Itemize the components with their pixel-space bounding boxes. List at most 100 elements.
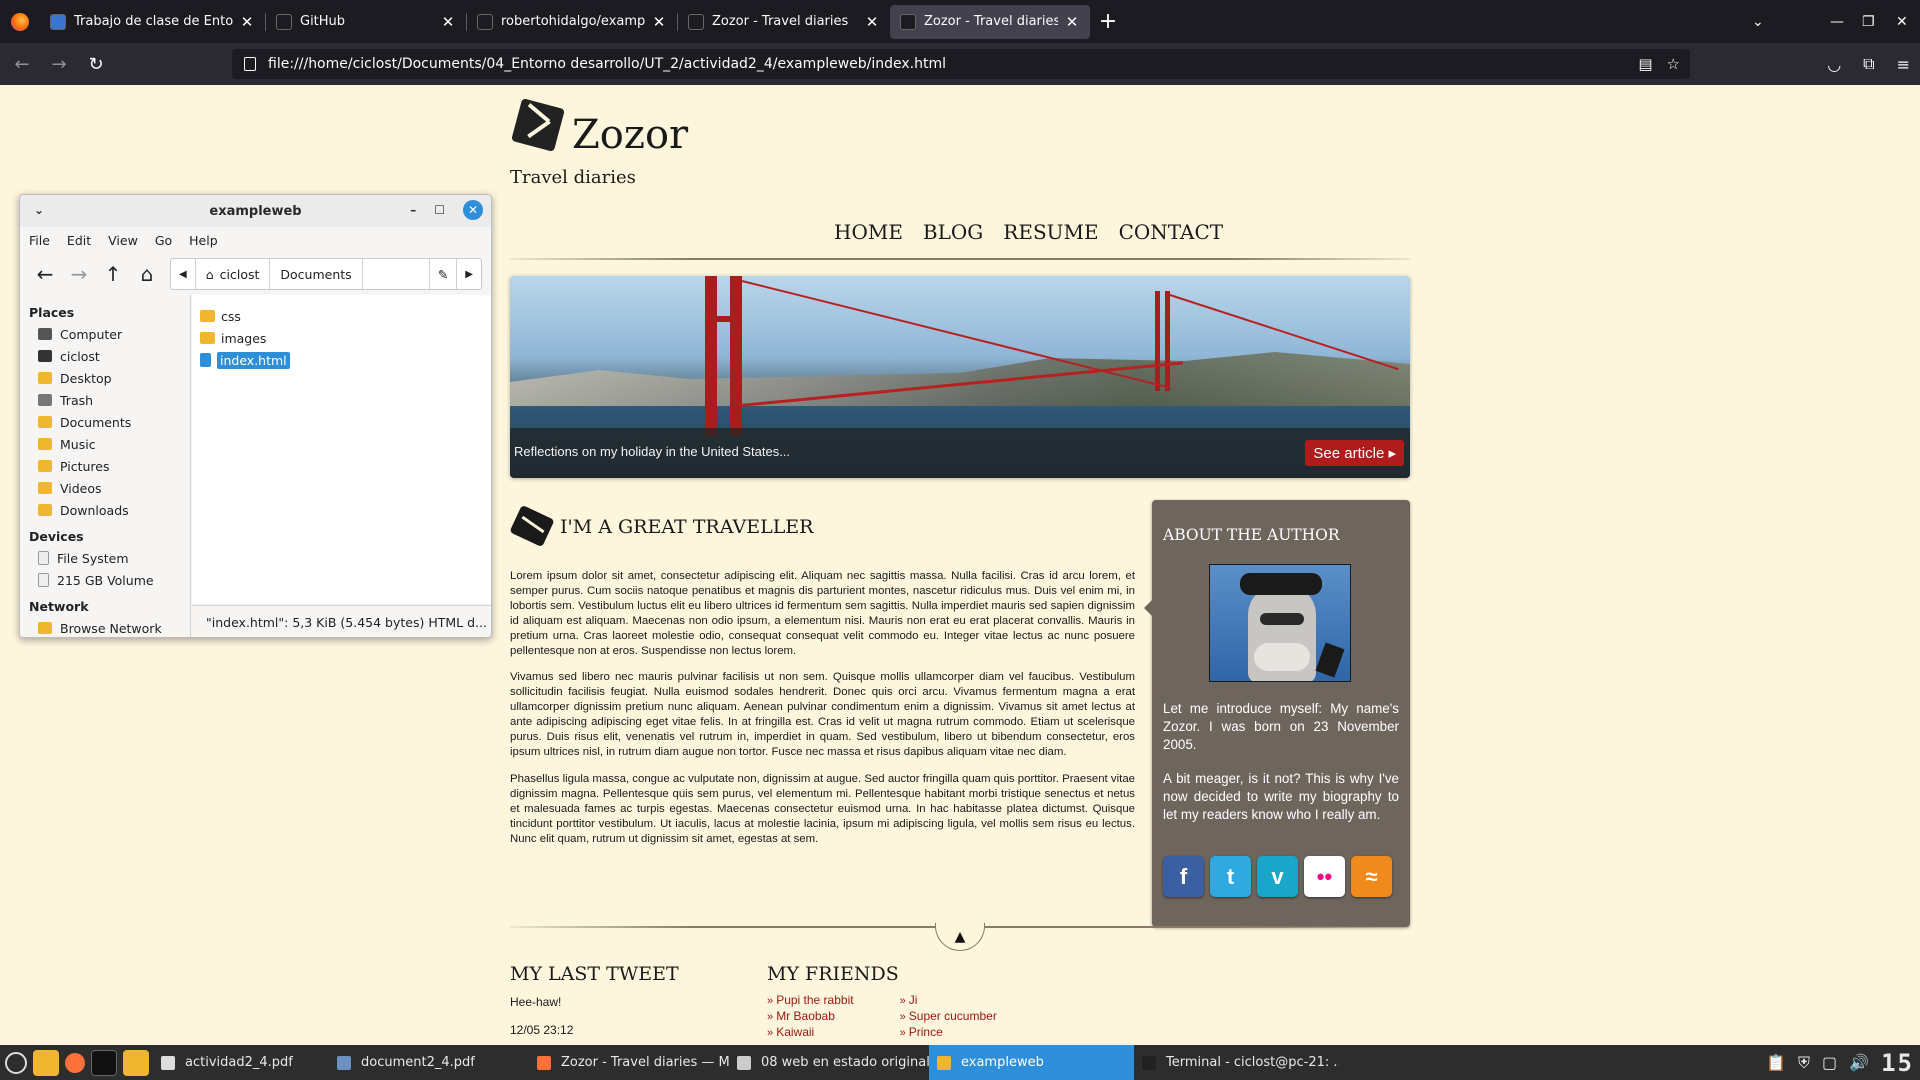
path-right-icon[interactable]: ▶ — [457, 269, 481, 280]
sidebar-item-device[interactable]: 215 GB Volume — [20, 569, 190, 591]
list-all-tabs-icon[interactable]: ⌄ — [1752, 0, 1764, 43]
browser-tab[interactable]: Zozor - Travel diaries ✕ — [890, 4, 1090, 39]
edit-path-icon[interactable]: ✎ — [428, 259, 458, 289]
sidebar-item-computer[interactable]: Computer — [20, 323, 190, 345]
friend-link[interactable]: Pupi the rabbit — [767, 993, 853, 1009]
back-arrow-icon[interactable]: ← — [28, 258, 62, 290]
twitter-icon[interactable]: t — [1210, 856, 1251, 897]
folder-launcher-icon[interactable] — [123, 1049, 149, 1076]
forward-icon[interactable]: → — [44, 49, 74, 79]
friend-link[interactable]: Kaiwaii — [767, 1025, 854, 1041]
nav-contact[interactable]: CONTACT — [1119, 220, 1224, 244]
url-text[interactable]: file:///home/ciclost/Documents/04_Entorn… — [268, 56, 946, 72]
scroll-top-button[interactable]: ▲ — [935, 923, 985, 951]
new-tab-button[interactable]: + — [1090, 9, 1126, 34]
friend-link[interactable]: Super cucumber — [900, 1009, 997, 1025]
nav-resume[interactable]: RESUME — [1003, 220, 1098, 244]
firefox-launcher-icon[interactable] — [65, 1052, 85, 1073]
fm-titlebar[interactable]: ⌄ exampleweb – ☐ ✕ — [20, 195, 491, 227]
close-icon[interactable]: ✕ — [463, 200, 483, 220]
forward-arrow-icon[interactable]: → — [62, 258, 96, 290]
social-links: f t v •• ≈ — [1163, 856, 1392, 897]
sidebar-item-downloads[interactable]: Downloads — [20, 499, 190, 521]
site-logo[interactable]: Zozor — [510, 97, 688, 155]
shield-icon[interactable]: ⛨ — [1798, 1053, 1810, 1073]
file-item[interactable]: index.html — [192, 349, 491, 371]
firefox-logo-icon[interactable] — [0, 0, 40, 43]
up-arrow-icon[interactable]: ↑ — [96, 258, 130, 290]
window-icon[interactable]: ▢ — [1822, 1053, 1837, 1072]
sidebar-item-network[interactable]: Browse Network — [20, 617, 190, 637]
tab-close-icon[interactable]: ✕ — [864, 13, 880, 31]
nav-blog[interactable]: BLOG — [923, 220, 983, 244]
browser-tab[interactable]: Zozor - Travel diaries ✕ — [678, 5, 890, 39]
fm-statusbar: "index.html": 5,3 KiB (5.454 bytes) HTML… — [192, 605, 491, 637]
bookmark-star-icon[interactable]: ☆ — [1667, 55, 1680, 73]
sidebar-item-ciclost[interactable]: ciclost — [20, 345, 190, 367]
friend-link[interactable]: Mr Baobab — [767, 1009, 854, 1025]
file-item[interactable]: images — [192, 327, 491, 349]
tab-close-icon[interactable]: ✕ — [651, 13, 667, 31]
minimize-icon[interactable]: — — [1830, 0, 1844, 43]
window-menu-icon[interactable]: ⌄ — [34, 203, 44, 217]
minimize-icon[interactable]: – — [410, 203, 416, 217]
pocket-icon[interactable]: ◡ — [1827, 55, 1841, 74]
browser-tab[interactable]: Trabajo de clase de Entorno ✕ — [40, 5, 265, 39]
browser-tab[interactable]: GitHub ✕ — [266, 5, 466, 39]
menu-edit[interactable]: Edit — [67, 233, 91, 248]
facebook-icon[interactable]: f — [1163, 856, 1204, 897]
files-launcher-icon[interactable] — [33, 1049, 59, 1076]
taskbar-task[interactable]: document2_4.pdf — [329, 1045, 529, 1080]
sidebar-item-music[interactable]: Music — [20, 433, 190, 455]
tab-favicon-icon — [477, 13, 493, 30]
path-segment-home[interactable]: ⌂ ciclost — [196, 259, 271, 289]
file-item[interactable]: css — [192, 305, 491, 327]
terminal-launcher-icon[interactable] — [91, 1049, 117, 1076]
vimeo-icon[interactable]: v — [1257, 856, 1298, 897]
sidebar-item-device[interactable]: File System — [20, 547, 190, 569]
path-left-icon[interactable]: ◀ — [171, 259, 196, 289]
sidebar-item-videos[interactable]: Videos — [20, 477, 190, 499]
maximize-icon[interactable]: ☐ — [434, 203, 445, 217]
volume-icon[interactable]: 🔊 — [1849, 1053, 1869, 1072]
reader-view-icon[interactable]: ▤ — [1638, 55, 1652, 73]
place-icon — [38, 372, 52, 384]
home-icon[interactable]: ⌂ — [130, 258, 164, 290]
article-paragraph: Phasellus ligula massa, congue ac vulput… — [510, 772, 1135, 845]
nav-home[interactable]: HOME — [834, 220, 903, 244]
menu-file[interactable]: File — [29, 233, 50, 248]
flickr-icon[interactable]: •• — [1304, 856, 1345, 897]
taskbar-task[interactable]: actividad2_4.pdf — [153, 1045, 329, 1080]
sidebar-item-desktop[interactable]: Desktop — [20, 367, 190, 389]
close-window-icon[interactable]: ✕ — [1896, 0, 1908, 43]
clipboard-icon[interactable]: 📋 — [1766, 1053, 1786, 1072]
see-article-button[interactable]: See article ▸ — [1305, 440, 1404, 466]
sidebar-item-trash[interactable]: Trash — [20, 389, 190, 411]
extensions-icon[interactable]: ⧉ — [1863, 54, 1874, 74]
taskbar-task[interactable]: exampleweb — [929, 1045, 1134, 1080]
path-segment-documents[interactable]: Documents — [270, 259, 363, 289]
friend-link[interactable]: Prince — [900, 1025, 997, 1041]
tab-close-icon[interactable]: ✕ — [239, 13, 255, 31]
restore-icon[interactable]: ❐ — [1862, 0, 1875, 43]
tab-close-icon[interactable]: ✕ — [1064, 13, 1080, 31]
whisker-menu-icon[interactable] — [5, 1051, 27, 1074]
rss-icon[interactable]: ≈ — [1351, 856, 1392, 897]
taskbar-task[interactable]: Terminal - ciclost@pc-21: ... — [1134, 1045, 1339, 1080]
clock[interactable]: 15 — [1881, 1049, 1914, 1077]
taskbar-task[interactable]: Zozor - Travel diaries — M... — [529, 1045, 729, 1080]
reload-icon[interactable]: ↻ — [81, 49, 111, 79]
browser-tab[interactable]: robertohidalgo/exampleweb ✕ — [467, 5, 677, 39]
sidebar-item-pictures[interactable]: Pictures — [20, 455, 190, 477]
menu-view[interactable]: View — [108, 233, 138, 248]
back-icon[interactable]: ← — [7, 49, 37, 79]
path-bar: ◀ ⌂ ciclost Documents ✎ ▶ — [170, 258, 482, 290]
menu-help[interactable]: Help — [189, 233, 218, 248]
friend-link[interactable]: Ji — [900, 993, 997, 1009]
menu-go[interactable]: Go — [155, 233, 172, 248]
sidebar-item-documents[interactable]: Documents — [20, 411, 190, 433]
url-bar[interactable]: file:///home/ciclost/Documents/04_Entorn… — [232, 49, 1690, 79]
taskbar-task[interactable]: 08 web en estado original.... — [729, 1045, 929, 1080]
menu-icon[interactable]: ≡ — [1897, 55, 1910, 74]
tab-close-icon[interactable]: ✕ — [440, 13, 456, 31]
